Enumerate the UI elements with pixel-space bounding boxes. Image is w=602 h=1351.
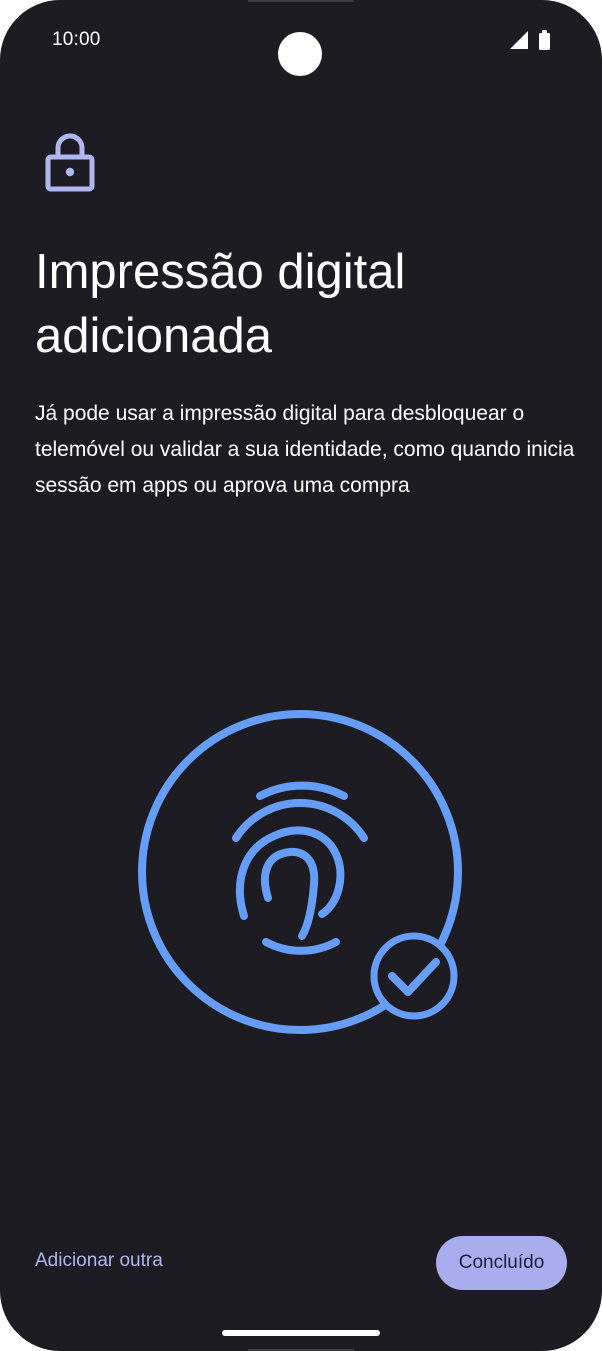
front-camera bbox=[278, 32, 322, 76]
done-button[interactable]: Concluído bbox=[436, 1236, 567, 1290]
signal-icon bbox=[510, 31, 528, 49]
add-another-button[interactable]: Adicionar outra bbox=[35, 1250, 163, 1272]
lock-icon bbox=[45, 133, 95, 192]
check-badge bbox=[370, 932, 458, 1020]
fingerprint-ridge-5 bbox=[262, 938, 340, 955]
battery-icon bbox=[539, 33, 550, 50]
fingerprint-ridge-1 bbox=[256, 781, 348, 800]
status-icons bbox=[510, 30, 550, 50]
page-title: Impressão digital adicionada bbox=[35, 245, 406, 363]
phone-screen: 10:00 Impressão digital adicionada Já po… bbox=[0, 0, 602, 1351]
top-edge bbox=[248, 0, 354, 2]
fingerprint-ridge-4 bbox=[261, 847, 319, 940]
status-time: 10:00 bbox=[52, 29, 101, 50]
fingerprint-ridge-3 bbox=[235, 826, 345, 920]
home-indicator[interactable] bbox=[222, 1330, 380, 1336]
page-description: Já pode usar a impressão digital para de… bbox=[35, 402, 575, 497]
fingerprint-check-icon bbox=[138, 710, 462, 1034]
